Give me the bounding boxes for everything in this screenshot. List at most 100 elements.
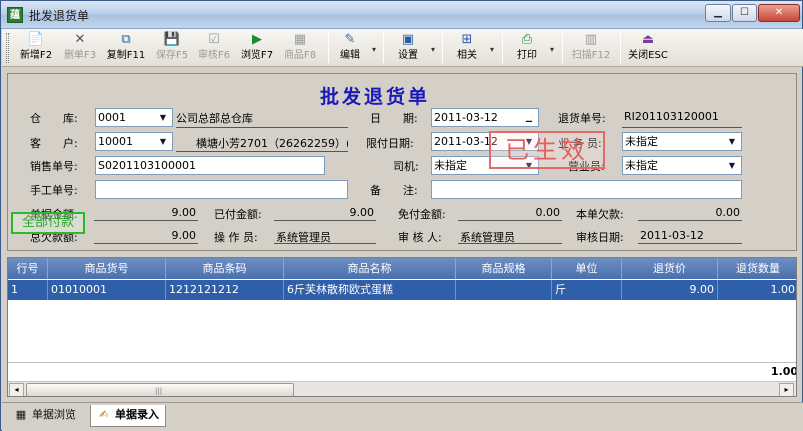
scroll-right-icon[interactable]: ▸ <box>779 383 794 396</box>
print-menu-button[interactable]: ⎙ 打印 <box>512 31 542 65</box>
delete-button-label: 删单F3 <box>63 50 97 61</box>
customer-label: 客 户: <box>30 137 78 150</box>
cell-qty[interactable]: 1.00 <box>718 280 796 300</box>
underline <box>638 220 742 221</box>
date-label: 日 期: <box>370 112 418 125</box>
underline <box>176 151 348 152</box>
salesman-field[interactable]: 未指定 ▼ <box>622 132 742 151</box>
related-icon: ⊞ <box>461 32 473 47</box>
calendar-dropdown-icon[interactable]: ▁ <box>520 109 538 126</box>
operator-label: 操 作 员: <box>214 231 258 244</box>
tab-entry[interactable]: ✍ 单据录入 <box>90 405 166 427</box>
close-doc-icon: ⏏ <box>641 32 655 47</box>
copy-button-label: 复制F11 <box>106 50 146 61</box>
underline <box>622 127 742 128</box>
cell-spec[interactable] <box>456 280 552 300</box>
audit-button-label: 审核F6 <box>197 50 231 61</box>
barcode-icon: ▥ <box>584 32 598 47</box>
settings-dropdown-arrow[interactable]: ▾ <box>431 45 435 54</box>
copy-button[interactable]: ⧉ 复制F11 <box>102 31 150 65</box>
tab-browse[interactable]: ▦ 单据浏览 <box>8 405 82 427</box>
product-button[interactable]: ▦ 商品F8 <box>280 31 320 65</box>
edit-menu-button[interactable]: ✎ 编辑 <box>336 31 364 65</box>
manual-no-field[interactable] <box>95 180 348 199</box>
cell-barcode[interactable]: 1212121212 <box>166 280 284 300</box>
column-header[interactable]: 退货数量 <box>718 258 796 279</box>
chevron-down-icon[interactable]: ▼ <box>154 109 172 126</box>
effective-status-stamp: 已生效 <box>489 131 605 169</box>
edit-entry-icon: ✍ <box>99 408 109 421</box>
cell-sku[interactable]: 01010001 <box>48 280 166 300</box>
toolbar-grip[interactable] <box>6 33 9 63</box>
close-window-button[interactable]: ✕ <box>758 4 800 22</box>
customer-code-field[interactable]: 10001 ▼ <box>95 132 173 151</box>
print-dropdown-arrow[interactable]: ▾ <box>550 45 554 54</box>
owed-amount-value: 0.00 <box>715 206 741 219</box>
maximize-button[interactable]: ☐ <box>732 4 757 22</box>
date-field[interactable]: 2011-03-12 ▁ <box>431 108 539 127</box>
related-dropdown-arrow[interactable]: ▾ <box>490 45 494 54</box>
cell-unit[interactable]: 斤 <box>552 280 622 300</box>
toolbar-separator <box>502 33 503 63</box>
cell-line-no[interactable]: 1 <box>8 280 48 300</box>
clerk-field[interactable]: 未指定 ▼ <box>622 156 742 175</box>
cell-price[interactable]: 9.00 <box>622 280 718 300</box>
delete-button[interactable]: ✕ 删单F3 <box>60 31 100 65</box>
document-header-form: 批发退货单 仓 库: 0001 ▼ 公司总部总仓库 日 期: 2011-03-1… <box>7 73 797 251</box>
remark-field[interactable] <box>431 180 742 199</box>
column-header[interactable]: 行号 <box>8 258 48 279</box>
close-icon: ✕ <box>774 7 784 18</box>
sales-no-label: 销售单号: <box>30 160 78 173</box>
new-button[interactable]: 📄 新增F2 <box>14 31 58 65</box>
save-button[interactable]: 💾 保存F5 <box>152 31 192 65</box>
audit-button[interactable]: ☑ 审核F6 <box>194 31 234 65</box>
minimize-button[interactable]: ▁ <box>705 4 731 22</box>
sales-no-field[interactable]: S0201103100001 <box>95 156 325 175</box>
manual-no-label: 手工单号: <box>30 184 78 197</box>
title-bar[interactable]: 蕴 批发退货单 ▁ ☐ ✕ <box>1 1 802 29</box>
warehouse-code-field[interactable]: 0001 ▼ <box>95 108 173 127</box>
warehouse-code-value: 0001 <box>98 111 126 124</box>
grip-icon: ||| <box>155 387 163 395</box>
product-grid-icon: ▦ <box>293 32 307 47</box>
warehouse-label: 仓 库: <box>30 112 78 125</box>
scrollbar-thumb[interactable]: ||| <box>26 383 294 396</box>
due-date-label: 限付日期: <box>366 137 414 150</box>
scan-button[interactable]: ▥ 扫描F12 <box>568 31 614 65</box>
horizontal-scrollbar[interactable]: ◂ ||| ▸ <box>8 381 796 396</box>
related-menu-button[interactable]: ⊞ 相关 <box>452 31 482 65</box>
table-row[interactable]: 1 01010001 1212121212 6斤芙林散称欧式蛋糕 斤 9.00 … <box>8 280 796 300</box>
date-value: 2011-03-12 <box>434 111 498 124</box>
product-button-label: 商品F8 <box>283 50 317 61</box>
clerk-value: 未指定 <box>625 159 658 172</box>
browse-button[interactable]: ▶ 浏览F7 <box>236 31 278 65</box>
column-header[interactable]: 单位 <box>552 258 622 279</box>
cell-product-name[interactable]: 6斤芙林散称欧式蛋糕 <box>284 280 456 300</box>
scroll-left-icon[interactable]: ◂ <box>9 383 24 396</box>
print-menu-label: 打印 <box>517 50 537 61</box>
browse-button-label: 浏览F7 <box>240 50 274 61</box>
fully-paid-stamp: 全部付款 <box>11 212 85 234</box>
column-header[interactable]: 商品货号 <box>48 258 166 279</box>
chevron-down-icon[interactable]: ▼ <box>154 133 172 150</box>
column-header[interactable]: 商品规格 <box>456 258 552 279</box>
app-icon: 蕴 <box>7 7 23 23</box>
edit-dropdown-arrow[interactable]: ▾ <box>372 45 376 54</box>
chevron-down-icon[interactable]: ▼ <box>723 133 741 150</box>
settings-menu-button[interactable]: ▣ 设置 <box>393 31 423 65</box>
free-amount-value: 0.00 <box>535 206 561 219</box>
column-header[interactable]: 退货价 <box>622 258 718 279</box>
total-qty: 1.00 <box>770 365 797 378</box>
grid-header: 行号 商品货号 商品条码 商品名称 商品规格 单位 退货价 退货数量 <box>8 258 796 279</box>
column-header[interactable]: 商品名称 <box>284 258 456 279</box>
minimize-icon: ▁ <box>714 7 722 18</box>
underline <box>274 243 376 244</box>
related-menu-label: 相关 <box>457 50 477 61</box>
close-doc-button[interactable]: ⏏ 关闭ESC <box>624 31 672 65</box>
audit-date-label: 审核日期: <box>576 231 624 244</box>
settings-menu-label: 设置 <box>398 50 418 61</box>
column-header[interactable]: 商品条码 <box>166 258 284 279</box>
copy-icon: ⧉ <box>121 32 131 47</box>
chevron-down-icon[interactable]: ▼ <box>723 157 741 174</box>
settings-icon: ▣ <box>401 32 415 47</box>
